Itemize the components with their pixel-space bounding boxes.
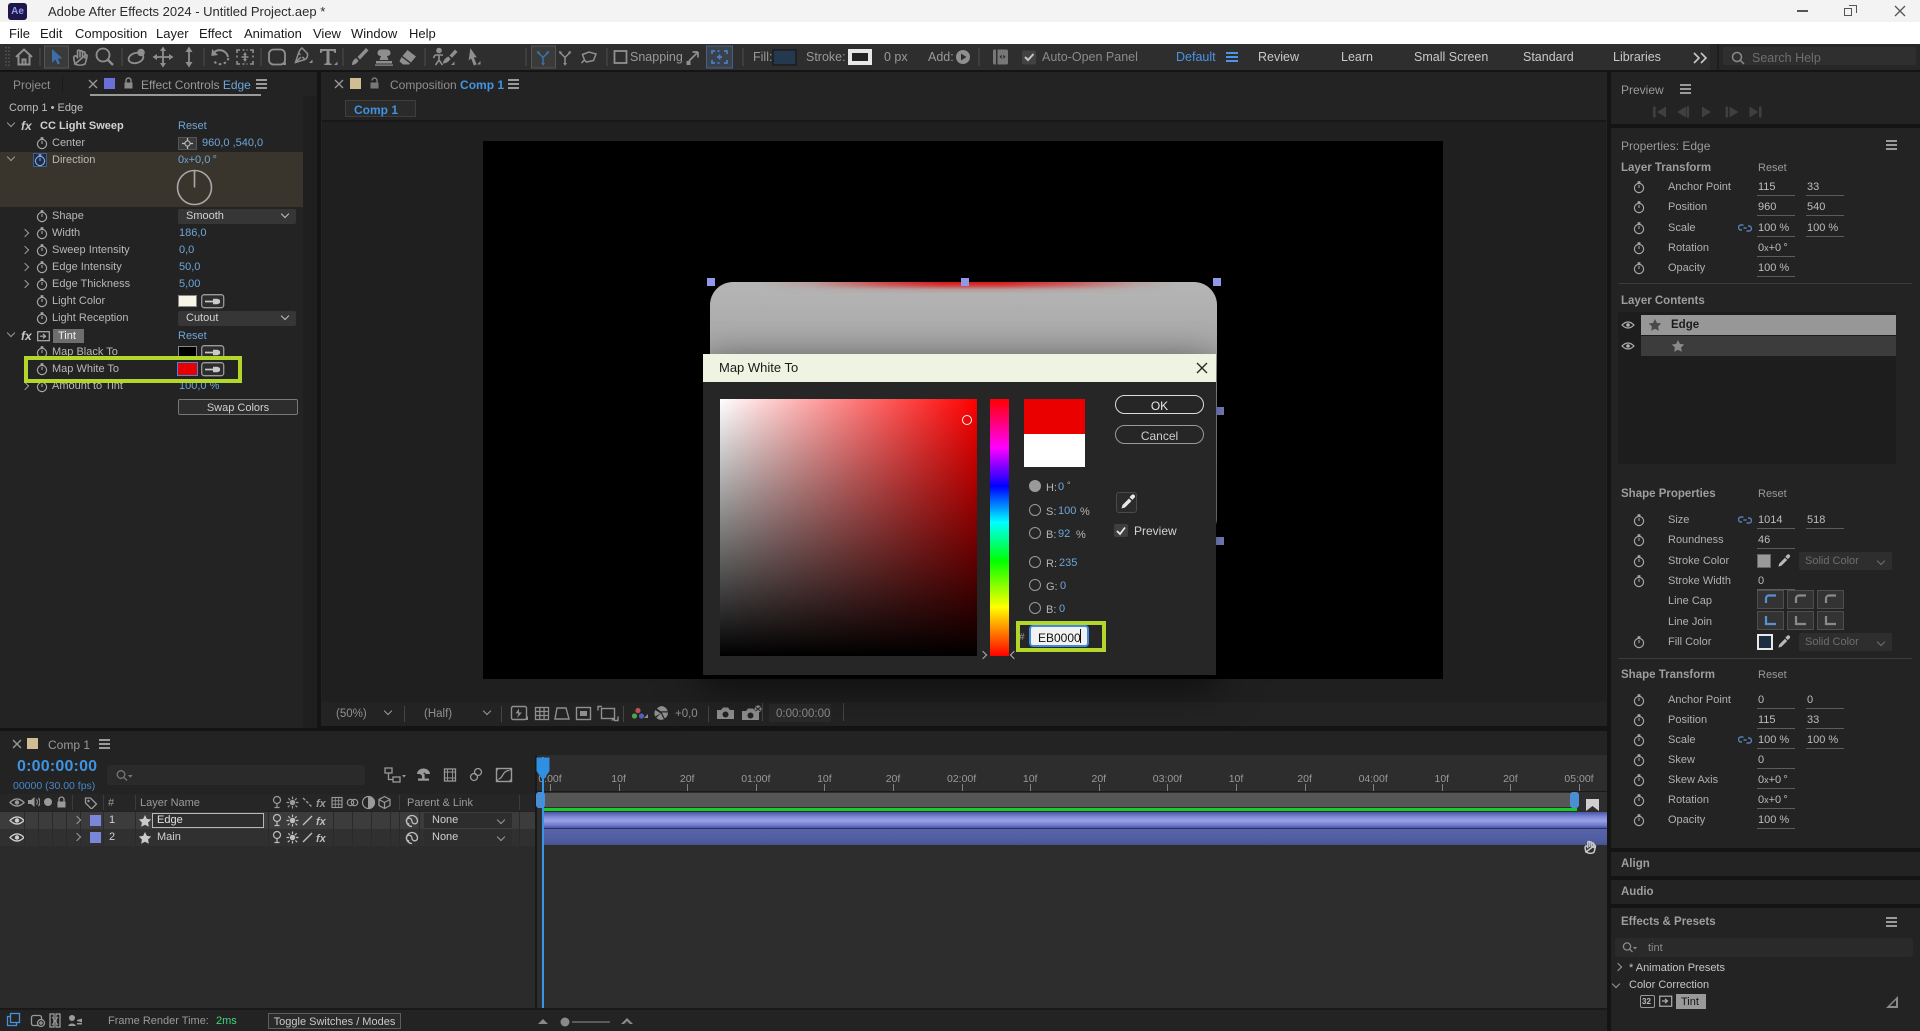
svg-text:fx: fx [316, 798, 327, 810]
svg-text:fx: fx [316, 833, 327, 845]
svg-text:fx: fx [316, 816, 327, 828]
